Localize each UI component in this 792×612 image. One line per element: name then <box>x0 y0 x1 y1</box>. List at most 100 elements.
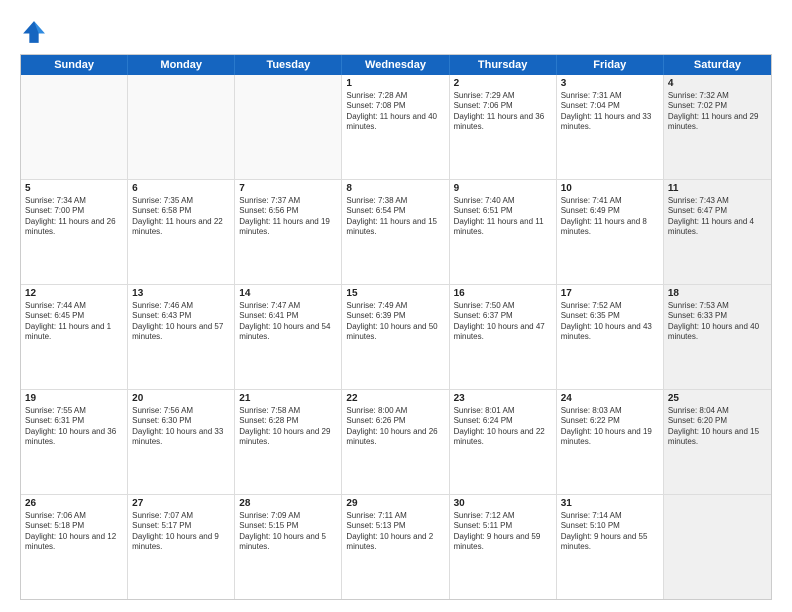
day-number: 7 <box>239 183 337 194</box>
calendar-day-18: 18 Sunrise: 7:53 AM Sunset: 6:33 PM Dayli… <box>664 285 771 389</box>
calendar-empty-cell <box>128 75 235 179</box>
weekday-header-friday: Friday <box>557 55 664 75</box>
day-number: 22 <box>346 393 444 404</box>
calendar-day-7: 7 Sunrise: 7:37 AM Sunset: 6:56 PM Daylig… <box>235 180 342 284</box>
calendar-day-2: 2 Sunrise: 7:29 AM Sunset: 7:06 PM Daylig… <box>450 75 557 179</box>
day-info: Sunrise: 8:00 AM Sunset: 6:26 PM Dayligh… <box>346 406 444 448</box>
day-number: 3 <box>561 78 659 89</box>
day-number: 16 <box>454 288 552 299</box>
day-number: 9 <box>454 183 552 194</box>
calendar-day-23: 23Sunrise: 8:01 AM Sunset: 6:24 PM Dayli… <box>450 390 557 494</box>
calendar-day-20: 20Sunrise: 7:56 AM Sunset: 6:30 PM Dayli… <box>128 390 235 494</box>
calendar-day-29: 29 Sunrise: 7:11 AM Sunset: 5:13 PM Dayli… <box>342 495 449 599</box>
day-number: 27 <box>132 498 230 509</box>
day-info: Sunrise: 7:37 AM Sunset: 6:56 PM Dayligh… <box>239 196 337 238</box>
day-info: Sunrise: 7:32 AM Sunset: 7:02 PM Dayligh… <box>668 91 767 133</box>
calendar-row-2: 12 Sunrise: 7:44 AM Sunset: 6:45 PM Dayli… <box>21 284 771 389</box>
calendar-row-1: 5 Sunrise: 7:34 AM Sunset: 7:00 PM Daylig… <box>21 179 771 284</box>
day-number: 11 <box>668 183 767 194</box>
weekday-header-monday: Monday <box>128 55 235 75</box>
day-info: Sunrise: 7:53 AM Sunset: 6:33 PM Dayligh… <box>668 301 767 343</box>
day-info: Sunrise: 8:03 AM Sunset: 6:22 PM Dayligh… <box>561 406 659 448</box>
calendar-day-31: 31 Sunrise: 7:14 AM Sunset: 5:10 PM Dayli… <box>557 495 664 599</box>
calendar-day-17: 17Sunrise: 7:52 AM Sunset: 6:35 PM Dayli… <box>557 285 664 389</box>
calendar-day-12: 12 Sunrise: 7:44 AM Sunset: 6:45 PM Dayli… <box>21 285 128 389</box>
calendar-day-3: 3 Sunrise: 7:31 AM Sunset: 7:04 PM Daylig… <box>557 75 664 179</box>
calendar-day-8: 8 Sunrise: 7:38 AM Sunset: 6:54 PM Daylig… <box>342 180 449 284</box>
day-info: Sunrise: 7:43 AM Sunset: 6:47 PM Dayligh… <box>668 196 767 238</box>
day-number: 15 <box>346 288 444 299</box>
weekday-header-thursday: Thursday <box>450 55 557 75</box>
day-number: 2 <box>454 78 552 89</box>
day-info: Sunrise: 7:35 AM Sunset: 6:58 PM Dayligh… <box>132 196 230 238</box>
day-number: 14 <box>239 288 337 299</box>
calendar-day-6: 6 Sunrise: 7:35 AM Sunset: 6:58 PM Daylig… <box>128 180 235 284</box>
day-number: 18 <box>668 288 767 299</box>
day-info: Sunrise: 7:31 AM Sunset: 7:04 PM Dayligh… <box>561 91 659 133</box>
day-info: Sunrise: 7:34 AM Sunset: 7:00 PM Dayligh… <box>25 196 123 238</box>
calendar-day-14: 14 Sunrise: 7:47 AM Sunset: 6:41 PM Dayli… <box>235 285 342 389</box>
calendar-day-5: 5 Sunrise: 7:34 AM Sunset: 7:00 PM Daylig… <box>21 180 128 284</box>
calendar-day-28: 28 Sunrise: 7:09 AM Sunset: 5:15 PM Dayli… <box>235 495 342 599</box>
day-info: Sunrise: 7:40 AM Sunset: 6:51 PM Dayligh… <box>454 196 552 238</box>
calendar-day-24: 24 Sunrise: 8:03 AM Sunset: 6:22 PM Dayli… <box>557 390 664 494</box>
day-number: 30 <box>454 498 552 509</box>
calendar-row-0: 1Sunrise: 7:28 AM Sunset: 7:08 PM Daylig… <box>21 75 771 179</box>
day-number: 31 <box>561 498 659 509</box>
weekday-header-sunday: Sunday <box>21 55 128 75</box>
day-info: Sunrise: 8:01 AM Sunset: 6:24 PM Dayligh… <box>454 406 552 448</box>
day-number: 19 <box>25 393 123 404</box>
calendar-day-13: 13 Sunrise: 7:46 AM Sunset: 6:43 PM Dayli… <box>128 285 235 389</box>
day-number: 24 <box>561 393 659 404</box>
calendar-empty-cell <box>235 75 342 179</box>
day-number: 21 <box>239 393 337 404</box>
day-number: 13 <box>132 288 230 299</box>
calendar-day-30: 30 Sunrise: 7:12 AM Sunset: 5:11 PM Dayli… <box>450 495 557 599</box>
calendar-day-27: 27Sunrise: 7:07 AM Sunset: 5:17 PM Dayli… <box>128 495 235 599</box>
day-number: 12 <box>25 288 123 299</box>
day-number: 5 <box>25 183 123 194</box>
day-number: 6 <box>132 183 230 194</box>
day-info: Sunrise: 7:09 AM Sunset: 5:15 PM Dayligh… <box>239 511 337 553</box>
calendar-day-9: 9 Sunrise: 7:40 AM Sunset: 6:51 PM Daylig… <box>450 180 557 284</box>
day-number: 4 <box>668 78 767 89</box>
day-number: 29 <box>346 498 444 509</box>
day-info: Sunrise: 7:55 AM Sunset: 6:31 PM Dayligh… <box>25 406 123 448</box>
calendar-day-22: 22 Sunrise: 8:00 AM Sunset: 6:26 PM Dayli… <box>342 390 449 494</box>
calendar-empty-cell <box>21 75 128 179</box>
calendar: SundayMondayTuesdayWednesdayThursdayFrid… <box>20 54 772 600</box>
calendar-day-25: 25Sunrise: 8:04 AM Sunset: 6:20 PM Dayli… <box>664 390 771 494</box>
logo <box>20 18 52 46</box>
day-number: 28 <box>239 498 337 509</box>
calendar-day-16: 16Sunrise: 7:50 AM Sunset: 6:37 PM Dayli… <box>450 285 557 389</box>
weekday-header-saturday: Saturday <box>664 55 771 75</box>
day-number: 1 <box>346 78 444 89</box>
day-info: Sunrise: 7:56 AM Sunset: 6:30 PM Dayligh… <box>132 406 230 448</box>
calendar-day-11: 11 Sunrise: 7:43 AM Sunset: 6:47 PM Dayli… <box>664 180 771 284</box>
day-info: Sunrise: 7:44 AM Sunset: 6:45 PM Dayligh… <box>25 301 123 343</box>
calendar-day-4: 4 Sunrise: 7:32 AM Sunset: 7:02 PM Daylig… <box>664 75 771 179</box>
day-info: Sunrise: 7:29 AM Sunset: 7:06 PM Dayligh… <box>454 91 552 133</box>
calendar-empty-cell <box>664 495 771 599</box>
day-info: Sunrise: 7:06 AM Sunset: 5:18 PM Dayligh… <box>25 511 123 553</box>
calendar-row-4: 26 Sunrise: 7:06 AM Sunset: 5:18 PM Dayli… <box>21 494 771 599</box>
day-number: 26 <box>25 498 123 509</box>
day-number: 10 <box>561 183 659 194</box>
day-info: Sunrise: 7:46 AM Sunset: 6:43 PM Dayligh… <box>132 301 230 343</box>
day-info: Sunrise: 7:11 AM Sunset: 5:13 PM Dayligh… <box>346 511 444 553</box>
calendar-day-15: 15Sunrise: 7:49 AM Sunset: 6:39 PM Dayli… <box>342 285 449 389</box>
day-info: Sunrise: 7:12 AM Sunset: 5:11 PM Dayligh… <box>454 511 552 553</box>
calendar-day-19: 19 Sunrise: 7:55 AM Sunset: 6:31 PM Dayli… <box>21 390 128 494</box>
calendar-row-3: 19 Sunrise: 7:55 AM Sunset: 6:31 PM Dayli… <box>21 389 771 494</box>
day-info: Sunrise: 8:04 AM Sunset: 6:20 PM Dayligh… <box>668 406 767 448</box>
day-number: 17 <box>561 288 659 299</box>
day-info: Sunrise: 7:58 AM Sunset: 6:28 PM Dayligh… <box>239 406 337 448</box>
page: SundayMondayTuesdayWednesdayThursdayFrid… <box>0 0 792 612</box>
day-info: Sunrise: 7:47 AM Sunset: 6:41 PM Dayligh… <box>239 301 337 343</box>
day-info: Sunrise: 7:38 AM Sunset: 6:54 PM Dayligh… <box>346 196 444 238</box>
day-number: 8 <box>346 183 444 194</box>
day-info: Sunrise: 7:14 AM Sunset: 5:10 PM Dayligh… <box>561 511 659 553</box>
calendar-day-10: 10Sunrise: 7:41 AM Sunset: 6:49 PM Dayli… <box>557 180 664 284</box>
weekday-header-tuesday: Tuesday <box>235 55 342 75</box>
weekday-header-wednesday: Wednesday <box>342 55 449 75</box>
